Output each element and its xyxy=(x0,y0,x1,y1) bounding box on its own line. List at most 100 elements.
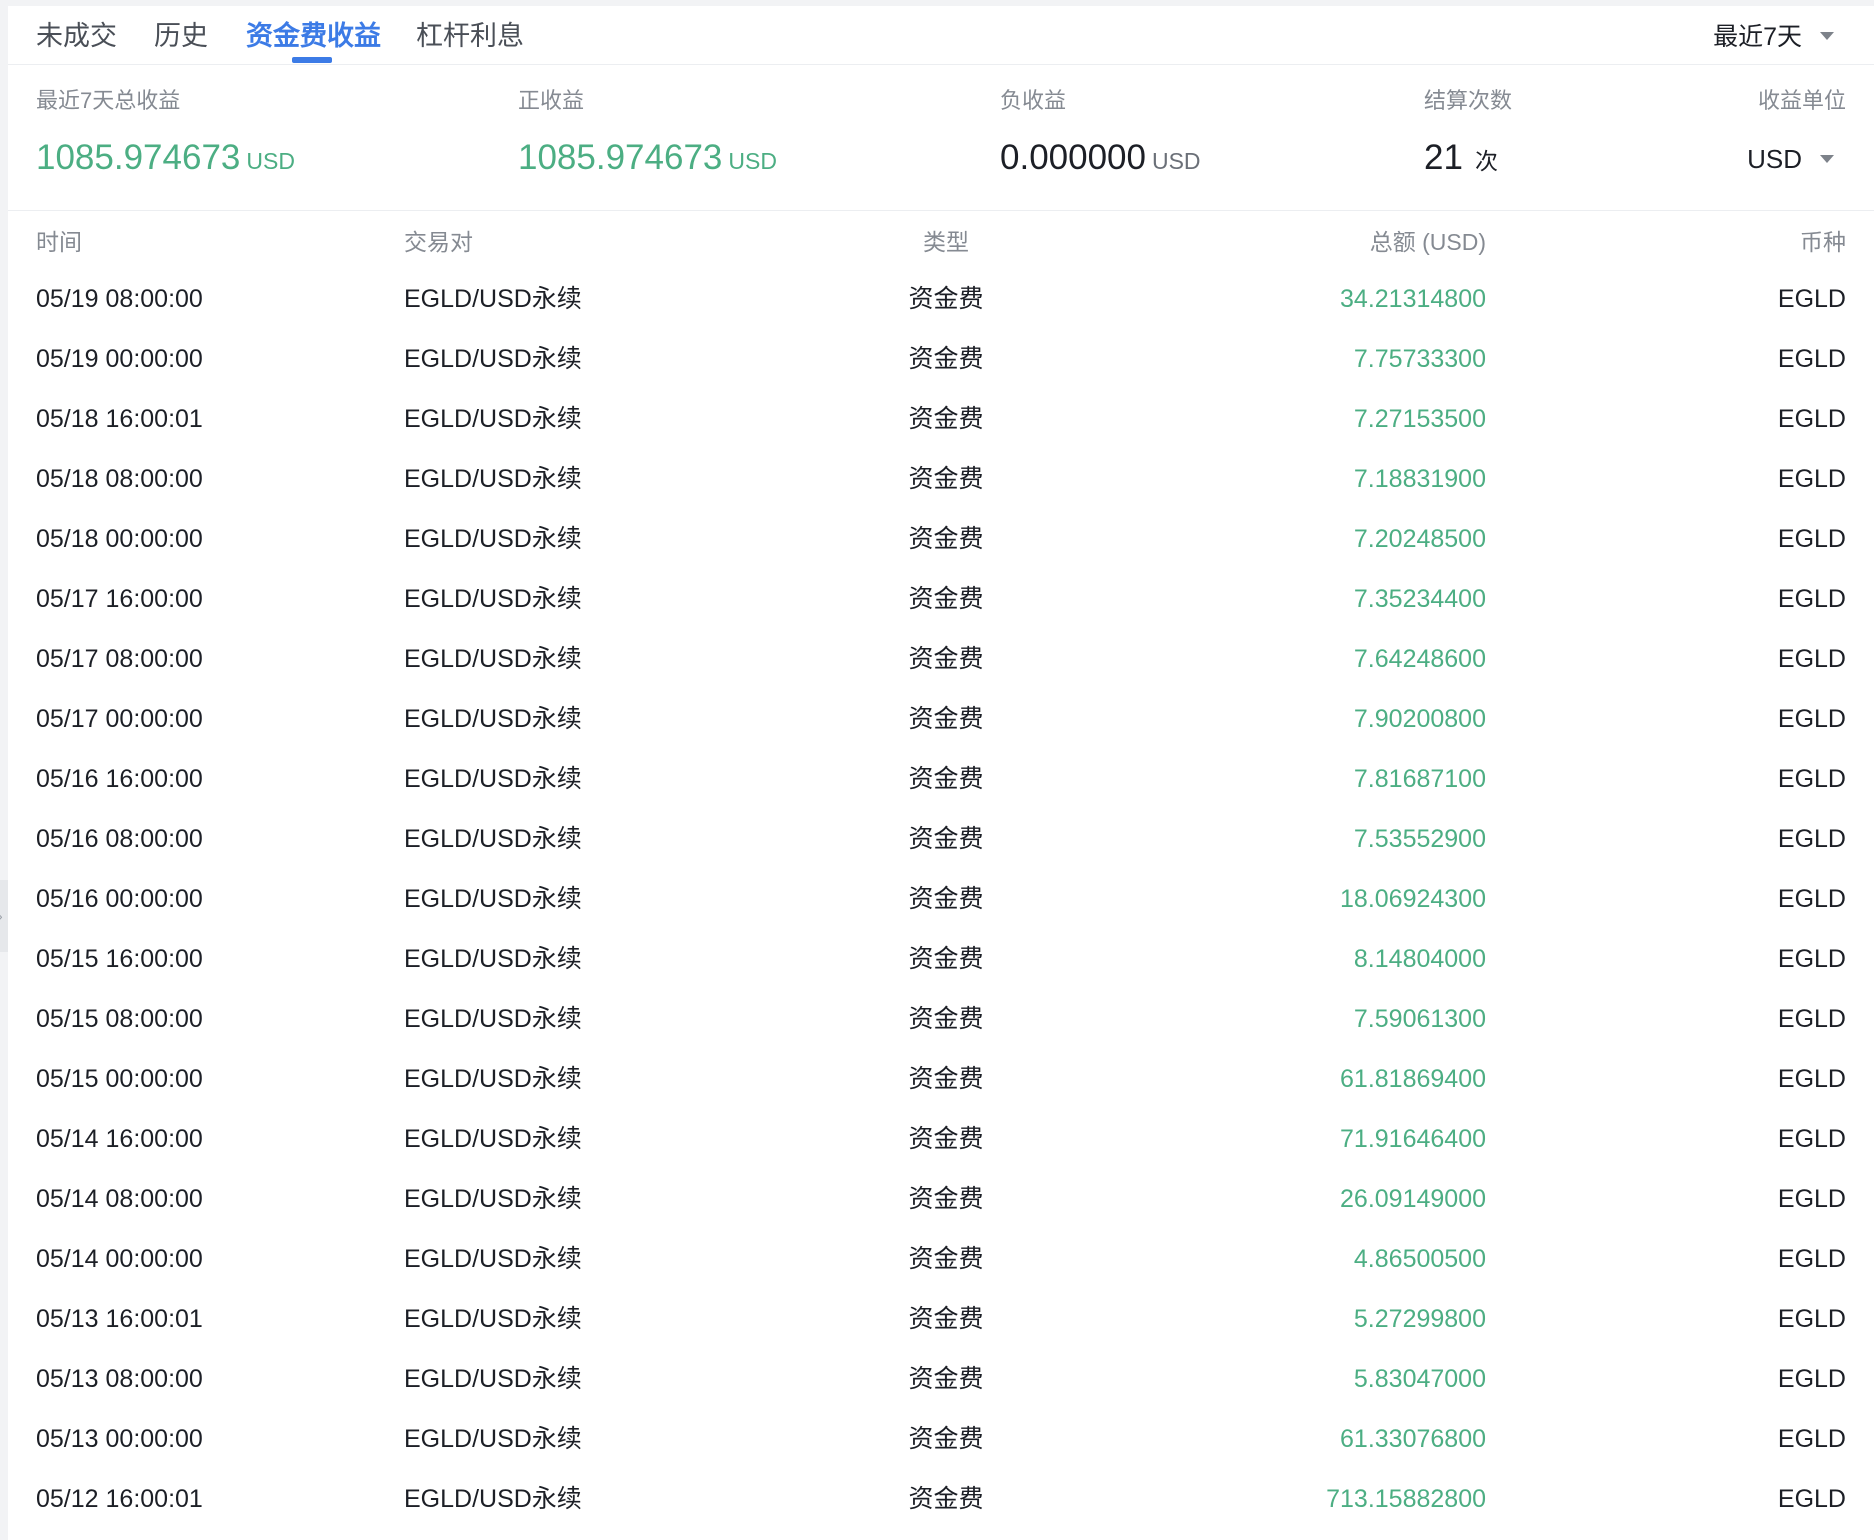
cell-amount: 7.53552900 xyxy=(1353,825,1486,853)
cell-coin: EGLD xyxy=(1777,585,1846,613)
cell-pair: EGLD/USD永续 xyxy=(404,345,582,373)
total-income-unit: USD xyxy=(246,148,295,174)
cell-amount: 26.09149000 xyxy=(1340,1185,1486,1213)
sidebar-collapse-handle[interactable]: › xyxy=(0,880,8,952)
table-row: 05/12 16:00:01 EGLD/USD永续 资金费 713.15882800 E… xyxy=(8,1477,1874,1537)
cell-amount: 61.33076800 xyxy=(1340,1425,1486,1453)
positive-income-unit: USD xyxy=(728,148,777,174)
tab-margin-interest[interactable]: 杠杆利息 xyxy=(416,20,524,52)
tab-open-orders[interactable]: 未成交 xyxy=(36,20,117,52)
cell-pair: EGLD/USD永续 xyxy=(404,1485,582,1513)
table-row: 05/14 08:00:00 EGLD/USD永续 资金费 26.09149000 EG… xyxy=(8,1177,1874,1237)
settlement-count-value: 21 次 xyxy=(1424,138,1498,185)
active-tab-indicator xyxy=(292,57,332,63)
table-row: 05/18 00:00:00 EGLD/USD永续 资金费 7.20248500 EGL… xyxy=(8,517,1874,577)
positive-income-number: 1085.974673 xyxy=(518,138,723,177)
cell-pair: EGLD/USD永续 xyxy=(404,1365,582,1393)
cell-coin: EGLD xyxy=(1777,1245,1846,1273)
cell-type: 资金费 xyxy=(908,465,984,493)
table-row: 05/15 08:00:00 EGLD/USD永续 资金费 7.59061300 EGL… xyxy=(8,997,1874,1057)
cell-type: 资金费 xyxy=(908,285,984,313)
header-time: 时间 xyxy=(36,229,82,255)
settlement-count-number: 21 xyxy=(1424,138,1463,177)
cell-coin: EGLD xyxy=(1777,1005,1846,1033)
cell-amount: 7.35234400 xyxy=(1353,585,1486,613)
cell-type: 资金费 xyxy=(908,1005,984,1033)
tab-history[interactable]: 历史 xyxy=(154,20,208,52)
positive-income-value: 1085.974673 USD xyxy=(518,138,777,185)
cell-coin: EGLD xyxy=(1777,765,1846,793)
table-row: 05/18 08:00:00 EGLD/USD永续 资金费 7.18831900 EGL… xyxy=(8,457,1874,517)
cell-coin: EGLD xyxy=(1777,1365,1846,1393)
cell-coin: EGLD xyxy=(1777,405,1846,433)
negative-income-unit: USD xyxy=(1151,148,1201,174)
cell-pair: EGLD/USD永续 xyxy=(404,885,582,913)
cell-coin: EGLD xyxy=(1777,525,1846,553)
cell-type: 资金费 xyxy=(908,585,984,613)
cell-amount: 34.21314800 xyxy=(1340,285,1486,313)
table-row: 05/16 00:00:00 EGLD/USD永续 资金费 18.06924300 EG… xyxy=(8,877,1874,937)
cell-pair: EGLD/USD永续 xyxy=(404,645,582,673)
cell-time: 05/15 00:00:00 xyxy=(36,1065,203,1093)
cell-type: 资金费 xyxy=(908,645,984,673)
income-unit-label: 收益单位 xyxy=(1757,88,1846,113)
cell-type: 资金费 xyxy=(908,1425,984,1453)
table-row: 05/14 00:00:00 EGLD/USD永续 资金费 4.86500500 EGL… xyxy=(8,1237,1874,1297)
cell-time: 05/16 16:00:00 xyxy=(36,765,203,793)
cell-amount: 5.83047000 xyxy=(1353,1365,1486,1393)
table-row: 05/17 16:00:00 EGLD/USD永续 资金费 7.35234400 EGL… xyxy=(8,577,1874,637)
funding-fee-table-body: 05/19 08:00:00 EGLD/USD永续 资金费 34.21314800 EG… xyxy=(8,277,1874,1537)
income-unit-select[interactable]: USD xyxy=(1747,144,1834,174)
income-unit-value: USD xyxy=(1747,144,1802,174)
table-row: 05/13 16:00:01 EGLD/USD永续 资金费 5.27299800 EGL… xyxy=(8,1297,1874,1357)
cell-amount: 7.18831900 xyxy=(1353,465,1486,493)
summary-section: 最近7天总收益 1085.974673 USD 正收益 1085.974673 US… xyxy=(8,64,1874,211)
cell-pair: EGLD/USD永续 xyxy=(404,705,582,733)
table-row: 05/13 08:00:00 EGLD/USD永续 资金费 5.83047000 EGL… xyxy=(8,1357,1874,1417)
cell-amount: 18.06924300 xyxy=(1340,885,1486,913)
tab-bar: 未成交 历史 资金费收益 杠杆利息 最近7天 xyxy=(8,6,1874,65)
cell-type: 资金费 xyxy=(908,1365,984,1393)
total-income-number: 1085.974673 xyxy=(36,138,241,177)
table-header: 时间 交易对 类型 总额 (USD) 币种 xyxy=(8,224,1874,260)
cell-coin: EGLD xyxy=(1777,1485,1846,1513)
negative-income-number: 0.000000 xyxy=(1000,138,1146,177)
cell-amount: 7.59061300 xyxy=(1353,1005,1486,1033)
cell-type: 资金费 xyxy=(908,1125,984,1153)
cell-amount: 5.27299800 xyxy=(1353,1305,1486,1333)
header-amount: 总额 (USD) xyxy=(1369,229,1486,255)
tab-funding-fee-income[interactable]: 资金费收益 xyxy=(246,20,381,52)
cell-time: 05/18 16:00:01 xyxy=(36,405,203,433)
cell-coin: EGLD xyxy=(1777,885,1846,913)
time-range-select[interactable]: 最近7天 xyxy=(1713,22,1834,52)
positive-income-label: 正收益 xyxy=(518,88,585,113)
cell-time: 05/13 00:00:00 xyxy=(36,1425,203,1453)
cell-time: 05/14 08:00:00 xyxy=(36,1185,203,1213)
settlement-count-unit: 次 xyxy=(1474,148,1498,174)
table-row: 05/17 08:00:00 EGLD/USD永续 资金费 7.64248600 EGL… xyxy=(8,637,1874,697)
cell-time: 05/13 08:00:00 xyxy=(36,1365,203,1393)
cell-coin: EGLD xyxy=(1777,645,1846,673)
cell-pair: EGLD/USD永续 xyxy=(404,525,582,553)
cell-coin: EGLD xyxy=(1777,345,1846,373)
cell-amount: 713.15882800 xyxy=(1326,1485,1486,1513)
table-row: 05/14 16:00:00 EGLD/USD永续 资金费 71.91646400 EG… xyxy=(8,1117,1874,1177)
cell-time: 05/16 08:00:00 xyxy=(36,825,203,853)
cell-coin: EGLD xyxy=(1777,465,1846,493)
cell-time: 05/12 16:00:01 xyxy=(36,1485,203,1513)
cell-pair: EGLD/USD永续 xyxy=(404,1425,582,1453)
cell-type: 资金费 xyxy=(908,1485,984,1513)
cell-type: 资金费 xyxy=(908,345,984,373)
cell-type: 资金费 xyxy=(908,1185,984,1213)
table-row: 05/15 16:00:00 EGLD/USD永续 资金费 8.14804000 EGL… xyxy=(8,937,1874,997)
cell-time: 05/19 08:00:00 xyxy=(36,285,203,313)
cell-pair: EGLD/USD永续 xyxy=(404,1005,582,1033)
table-row: 05/17 00:00:00 EGLD/USD永续 资金费 7.90200800 EGL… xyxy=(8,697,1874,757)
table-row: 05/16 08:00:00 EGLD/USD永续 资金费 7.53552900 EGL… xyxy=(8,817,1874,877)
cell-pair: EGLD/USD永续 xyxy=(404,945,582,973)
cell-pair: EGLD/USD永续 xyxy=(404,1305,582,1333)
negative-income-label: 负收益 xyxy=(1000,88,1067,113)
cell-coin: EGLD xyxy=(1777,1425,1846,1453)
cell-time: 05/19 00:00:00 xyxy=(36,345,203,373)
cell-time: 05/15 16:00:00 xyxy=(36,945,203,973)
